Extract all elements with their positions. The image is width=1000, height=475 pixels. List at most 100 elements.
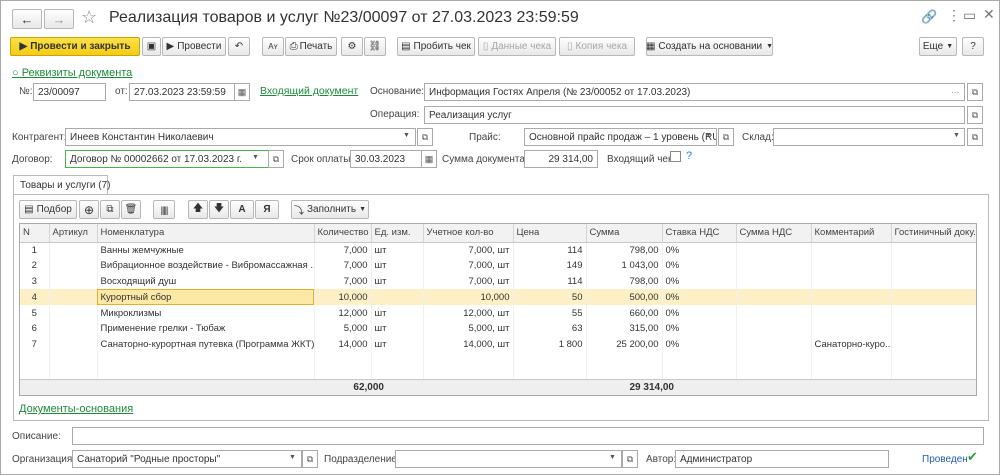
column-header[interactable]: Количество [314,224,372,243]
back-button[interactable]: ← [12,9,42,29]
tab-goods-services[interactable]: Товары и услуги (7) [13,175,111,195]
print-button[interactable]: ⎙ Печать [285,37,337,56]
open-contract-button[interactable]: ⧉ [268,150,284,168]
floppy-icon: ▣ [146,41,157,52]
table-row[interactable]: 7 Санаторно-курортная путевка (Программа … [20,336,976,353]
table-cell [49,289,98,306]
incoming-check-checkbox[interactable] [670,151,681,162]
warehouse-field[interactable] [773,128,965,146]
table-cell: 50 [513,289,587,306]
price-field[interactable]: Основной прайс продаж – 1 уровень (RU [524,128,717,146]
operation-label: Операция: [370,109,420,120]
operation-field[interactable]: Реализация услуг [424,106,965,124]
move-up-button[interactable]: 🡅 [188,200,208,219]
open-basis-button[interactable]: ⧉ [967,83,983,101]
related-link-button[interactable]: ⛓ [364,37,386,56]
basis-field[interactable]: Информация Гостях Апреля (№ 23/00052 от … [424,83,965,101]
contractor-field[interactable]: Инеев Константин Николаевич [65,128,416,146]
number-field[interactable]: 23/00097 [33,83,106,101]
open-operation-button[interactable]: ⧉ [967,106,983,124]
table-cell: 0% [662,336,737,353]
chevron-down-icon[interactable]: ▼ [252,154,259,161]
warehouse-label: Склад: [742,132,774,143]
save-button[interactable]: ▣ [142,37,161,56]
column-header[interactable]: Комментарий [811,224,892,243]
delete-row-button[interactable]: 🗑 [121,200,141,219]
column-header[interactable]: Ед. изм. [371,224,424,243]
table-row[interactable]: 4 Курортный сбор 10,000 10,000 50 500,00 0% [20,289,976,306]
fill-icon: ⤵ [293,206,304,217]
column-header[interactable]: N [20,224,50,243]
date-field[interactable]: 27.03.2023 23:59:59 [129,83,235,101]
open-warehouse-button[interactable]: ⧉ [967,128,983,146]
table-cell: 14,000 [314,336,372,353]
sort-asc-button[interactable]: А [230,200,254,219]
chevron-down-icon[interactable]: ▼ [953,132,960,139]
table-row[interactable]: 1 Ванны жемчужные 7,000 шт 7,000, шт 114 798,0… [20,242,976,258]
check-data-button[interactable]: ▯ Данные чека [478,37,556,56]
incoming-document-link[interactable]: Входящий документ [260,85,358,97]
column-header[interactable]: Гостиничный доку... [891,224,976,243]
pick-button[interactable]: ▤ Подбор [19,200,77,219]
maximize-icon[interactable]: ▭ [963,7,976,24]
open-contractor-button[interactable]: ⧉ [417,128,433,146]
open-division-button[interactable]: ⧉ [622,450,638,468]
calendar-button[interactable]: ▦ [421,150,437,168]
chevron-down-icon[interactable]: ▼ [289,454,296,461]
add-row-button[interactable]: ⊕ [79,200,99,219]
column-header[interactable]: Номенклатура [97,224,315,243]
check-copy-button[interactable]: ▯ Копия чека [559,37,635,56]
hierarchy-icon: ⚙ [347,41,357,52]
move-down-button[interactable]: 🡇 [209,200,229,219]
table-cell: 7,000 [314,257,372,274]
more-button[interactable]: Еще ▼ [919,37,957,56]
menu-dots-icon[interactable]: ⋮ [947,7,961,24]
basis-documents-link[interactable]: Документы-основания [19,403,133,415]
post-and-close-button[interactable]: ▶ Провести и закрыть [10,37,140,56]
table-row[interactable]: 2 Вибрационное воздействие - Вибромассажн… [20,257,976,274]
structure-button[interactable]: ⚙ [341,37,363,56]
calendar-button[interactable]: ▦ [234,83,250,101]
column-header[interactable]: Учетное кол-во [423,224,514,243]
link-icon[interactable]: 🔗 [921,9,937,25]
printer-icon: ⎙ [289,41,298,52]
create-based-button[interactable]: ▦ Создать на основании ▼ [646,37,773,56]
table-cell: Применение грелки - Тюбаж [97,320,315,337]
table-cell: шт [371,242,424,258]
organization-field[interactable]: Санаторий "Родные просторы" [72,450,302,468]
contract-field[interactable]: Договор № 00002662 от 17.03.2023 г. [65,150,269,168]
favorite-star-icon[interactable]: ☆ [81,7,97,28]
punch-check-button[interactable]: ▤ Пробить чек [397,37,475,56]
spellcheck-button[interactable]: Aʏ [262,37,284,56]
table-row[interactable]: 6 Применение грелки - Тюбаж 5,000 шт 5,000, … [20,320,976,337]
column-header[interactable]: Артикул [49,224,98,243]
copy-row-button[interactable]: ⧉ [100,200,120,219]
chevron-down-icon[interactable]: ▼ [609,454,616,461]
description-field[interactable] [72,427,984,445]
table-cell: 114 [513,242,587,258]
forward-button[interactable]: → [44,9,74,29]
division-field[interactable] [395,450,622,468]
barcode-button[interactable]: ||||| [153,200,175,219]
contractor-label: Контрагент: [12,132,67,143]
open-price-button[interactable]: ⧉ [718,128,734,146]
undo-post-button[interactable]: ↶ [228,37,250,56]
column-header[interactable]: Сумма НДС [736,224,812,243]
column-header[interactable]: Сумма [586,224,663,243]
payment-term-field[interactable]: 30.03.2023 [350,150,422,168]
table-row[interactable]: 3 Восходящий душ 7,000 шт 7,000, шт 114 798,00… [20,273,976,290]
incoming-check-help[interactable]: ? [686,150,692,162]
help-button[interactable]: ? [962,37,984,56]
chevron-down-icon[interactable]: ▼ [403,132,410,139]
post-button[interactable]: ▶ Провести [162,37,226,56]
requisites-toggle-link[interactable]: ○ Реквизиты документа [12,67,132,79]
open-organization-button[interactable]: ⧉ [302,450,318,468]
fill-button[interactable]: ⤵ Заполнить ▼ [291,200,369,219]
sort-desc-button[interactable]: Я [255,200,279,219]
chevron-down-icon[interactable]: ▼ [705,132,712,139]
ellipsis-icon[interactable]: ... [951,85,959,96]
table-row[interactable]: 5 Микроклизмы 12,000 шт 12,000, шт 55 660,00 0% [20,305,976,321]
close-icon[interactable]: ✕ [983,6,995,23]
column-header[interactable]: Цена [513,224,587,243]
column-header[interactable]: Ставка НДС [662,224,737,243]
